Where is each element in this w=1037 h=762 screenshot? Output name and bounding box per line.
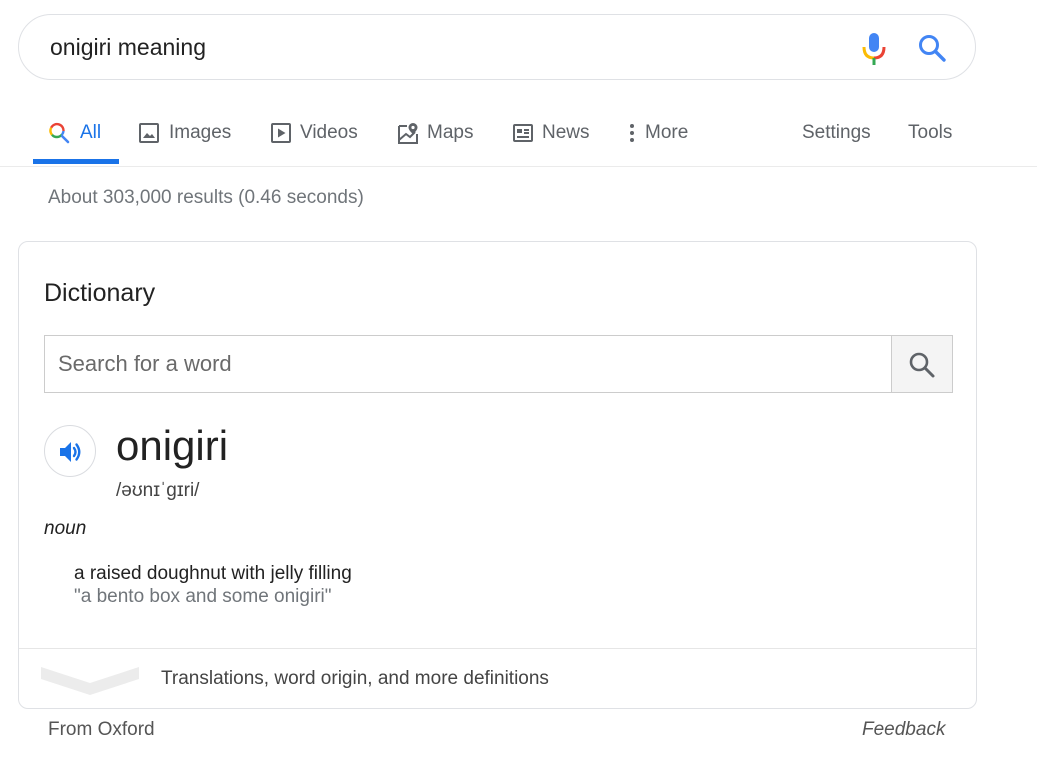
chevron-down-icon: [41, 667, 139, 695]
tab-label: Videos: [300, 122, 358, 143]
dictionary-search: [44, 335, 953, 393]
map-icon: [398, 123, 418, 144]
feedback-link[interactable]: Feedback: [862, 719, 945, 741]
search-query[interactable]: onigiri meaning: [50, 15, 206, 79]
part-of-speech: noun: [44, 518, 87, 539]
dictionary-card: Dictionary onigiri /əʊnɪˈɡɪri/ noun a ra…: [18, 241, 977, 709]
more-definitions-link[interactable]: Translations, word origin, and more defi…: [19, 648, 976, 709]
dictionary-search-button[interactable]: [891, 336, 952, 392]
result-stats: About 303,000 results (0.46 seconds): [48, 187, 364, 208]
search-tabs: All Images Videos Maps News More Setting…: [0, 112, 1037, 167]
source-attribution: From Oxford: [48, 719, 155, 740]
search-icon[interactable]: [917, 33, 947, 63]
search-icon: [49, 122, 70, 144]
example: "a bento box and some onigiri": [74, 586, 332, 607]
phonetic: /əʊnɪˈɡɪri/: [116, 480, 200, 501]
tab-label: All: [80, 122, 102, 143]
tab-label: More: [645, 122, 689, 143]
tab-label: Images: [169, 122, 232, 143]
tab-label: News: [542, 122, 590, 143]
more-definitions-label: Translations, word origin, and more defi…: [161, 668, 549, 689]
image-icon: [139, 123, 159, 143]
active-tab-indicator: [33, 159, 119, 164]
tools-link[interactable]: Tools: [908, 112, 952, 154]
mic-icon[interactable]: [861, 32, 887, 66]
pronunciation-button[interactable]: [44, 425, 96, 477]
more-vert-icon: [630, 124, 634, 142]
search-icon: [909, 352, 935, 378]
speaker-icon: [60, 442, 81, 462]
settings-link[interactable]: Settings: [802, 112, 871, 154]
tab-label: Maps: [427, 122, 474, 143]
headword: onigiri: [116, 422, 229, 469]
search-bar[interactable]: onigiri meaning: [18, 14, 976, 80]
news-icon: [513, 124, 533, 142]
card-title: Dictionary: [44, 279, 156, 307]
dictionary-search-input[interactable]: [45, 336, 891, 392]
play-icon: [271, 123, 291, 143]
definition: a raised doughnut with jelly filling: [74, 563, 352, 584]
